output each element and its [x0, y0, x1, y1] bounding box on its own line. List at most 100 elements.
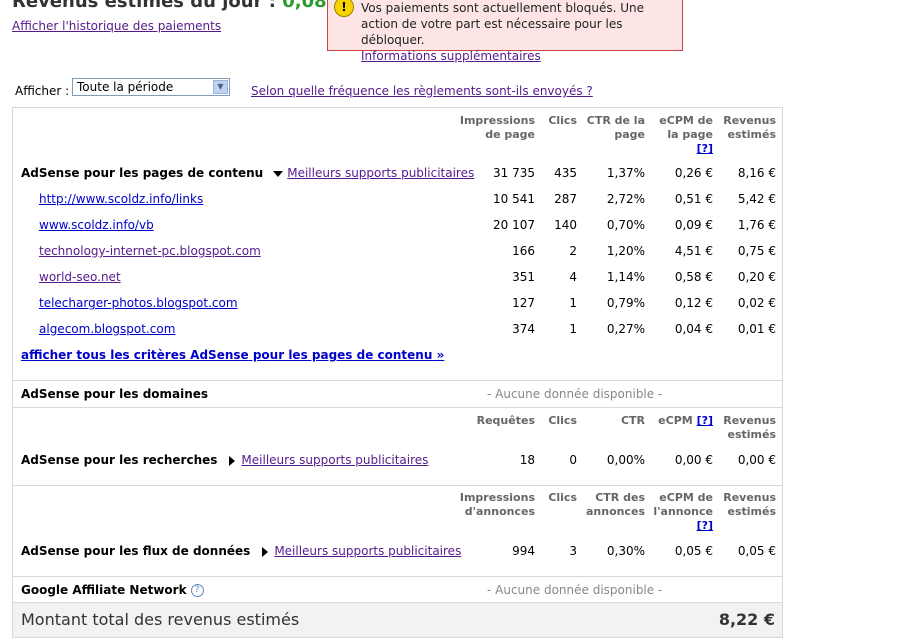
page-title: Revenus estimés du jour : 0,08 € [12, 0, 345, 12]
feeds-col-header-clicks: Clics [548, 491, 577, 504]
affiliate-section-title: Google Affiliate Network [21, 583, 187, 597]
show-all-content-criteria-link[interactable]: afficher tous les critères AdSense pour … [21, 348, 444, 362]
help-icon[interactable]: ? [190, 584, 204, 597]
feeds-col-header-impressions: Impressions d'annonces [459, 491, 535, 518]
divider [13, 485, 782, 486]
site-clicks: 1 [569, 296, 577, 310]
site-impressions: 374 [512, 322, 535, 336]
feeds-clicks: 3 [569, 544, 577, 558]
search-section-row: AdSense pour les recherches Meilleurs sup… [21, 453, 428, 467]
payment-frequency-link[interactable]: Selon quelle fréquence les règlements so… [251, 84, 593, 98]
total-value: 8,22 € [718, 610, 775, 629]
site-ctr: 1,20% [606, 244, 645, 258]
chevron-down-icon[interactable]: ▼ [213, 80, 228, 94]
site-impressions: 166 [512, 244, 535, 258]
site-impressions: 20 107 [493, 218, 535, 232]
feeds-section-row: AdSense pour les flux de données Meilleur… [21, 544, 461, 558]
site-revenue: 0,01 € [737, 322, 776, 336]
site-ctr: 0,27% [606, 322, 645, 336]
site-ecpm: 0,51 € [674, 192, 713, 206]
search-col-header-requests: Requêtes [476, 414, 535, 427]
period-selected-value: Toute la période [77, 80, 174, 94]
affiliate-section-row: Google Affiliate Network? [21, 583, 204, 597]
site-clicks: 287 [554, 192, 577, 206]
site-clicks: 140 [554, 218, 577, 232]
site-link[interactable]: www.scoldz.info/vb [39, 218, 154, 232]
col-header-ecpm-text: eCPM de la page [659, 114, 713, 141]
site-revenue: 5,42 € [737, 192, 776, 206]
divider [13, 380, 782, 381]
payment-history-link[interactable]: Afficher l'historique des paiements [12, 19, 221, 33]
search-col-header-ecpm-text: eCPM [658, 414, 693, 427]
feeds-best-placements-link[interactable]: Meilleurs supports publicitaires [274, 544, 461, 558]
site-clicks: 4 [569, 270, 577, 284]
triangle-down-icon[interactable] [273, 170, 284, 177]
site-ctr: 2,72% [606, 192, 645, 206]
search-ecpm-help-link[interactable]: [?] [697, 414, 713, 427]
site-link[interactable]: telecharger-photos.blogspot.com [39, 296, 238, 310]
warning-icon: ! [334, 0, 354, 17]
triangle-right-icon[interactable] [229, 455, 236, 466]
site-link[interactable]: http://www.scoldz.info/links [39, 192, 203, 206]
site-revenue: 0,75 € [737, 244, 776, 258]
triangle-right-icon[interactable] [262, 546, 269, 557]
site-revenue: 1,76 € [737, 218, 776, 232]
period-select[interactable]: Toute la période ▼ [72, 78, 230, 96]
site-link[interactable]: world-seo.net [39, 270, 121, 284]
content-total-clicks: 435 [554, 166, 577, 180]
search-revenue: 0,00 € [737, 453, 776, 467]
divider [13, 407, 782, 408]
feeds-ctr: 0,30% [606, 544, 645, 558]
content-total-ecpm: 0,26 € [674, 166, 713, 180]
search-best-placements-link[interactable]: Meilleurs supports publicitaires [241, 453, 428, 467]
site-ctr: 1,14% [606, 270, 645, 284]
title-text: Revenus estimés du jour : [12, 0, 276, 12]
domains-section-title: AdSense pour les domaines [21, 387, 209, 401]
site-ecpm: 0,04 € [674, 322, 713, 336]
site-ecpm: 0,09 € [674, 218, 713, 232]
site-ecpm: 4,51 € [674, 244, 713, 258]
divider [13, 576, 782, 577]
feeds-col-header-ecpm: eCPM de l'annonce [?] [651, 491, 713, 533]
col-header-clicks: Clics [548, 114, 577, 127]
site-impressions: 10 541 [493, 192, 535, 206]
site-ctr: 0,79% [606, 296, 645, 310]
feeds-section-title: AdSense pour les flux de données [21, 544, 251, 558]
ecpm-help-link[interactable]: [?] [697, 142, 713, 155]
content-section-title: AdSense pour les pages de contenu [21, 166, 264, 180]
feeds-col-header-ctr: CTR des annonces [585, 491, 645, 518]
col-header-ctr: CTR de la page [586, 114, 645, 141]
site-ecpm: 0,58 € [674, 270, 713, 284]
search-ctr: 0,00% [606, 453, 645, 467]
site-ctr: 0,70% [606, 218, 645, 232]
site-impressions: 351 [512, 270, 535, 284]
feeds-ecpm-help-link[interactable]: [?] [697, 519, 713, 532]
site-clicks: 1 [569, 322, 577, 336]
content-total-revenue: 8,16 € [737, 166, 776, 180]
site-link[interactable]: algecom.blogspot.com [39, 322, 175, 336]
search-ecpm: 0,00 € [674, 453, 713, 467]
search-requests: 18 [519, 453, 535, 467]
feeds-impressions: 994 [512, 544, 535, 558]
feeds-col-header-ecpm-text: eCPM de l'annonce [653, 491, 713, 518]
site-revenue: 0,20 € [737, 270, 776, 284]
earnings-report-table: Impressions de page Clics CTR de la page… [12, 107, 783, 638]
search-section-title: AdSense pour les recherches [21, 453, 218, 467]
affiliate-no-data: - Aucune donnée disponible - [487, 583, 663, 597]
search-col-header-clicks: Clics [548, 414, 577, 427]
content-total-ctr: 1,37% [606, 166, 645, 180]
content-best-placements-link[interactable]: Meilleurs supports publicitaires [287, 166, 474, 180]
col-header-impressions: Impressions de page [459, 114, 535, 141]
site-link[interactable]: technology-internet-pc.blogspot.com [39, 244, 261, 258]
search-col-header-revenue: Revenus estimés [723, 414, 776, 441]
feeds-revenue: 0,05 € [737, 544, 776, 558]
period-label: Afficher : [15, 84, 70, 98]
col-header-revenue: Revenus estimés [723, 114, 776, 141]
payment-blocked-alert: ! Vos paiements sont actuellement bloqué… [327, 0, 683, 63]
search-col-header-ctr: CTR [620, 414, 645, 427]
alert-message: Vos paiements sont actuellement bloqués.… [361, 1, 644, 47]
more-info-link[interactable]: Informations supplémentaires [361, 49, 541, 63]
col-header-ecpm: eCPM de la page [?] [651, 114, 713, 156]
content-total-impressions: 31 735 [493, 166, 535, 180]
feeds-ecpm: 0,05 € [674, 544, 713, 558]
